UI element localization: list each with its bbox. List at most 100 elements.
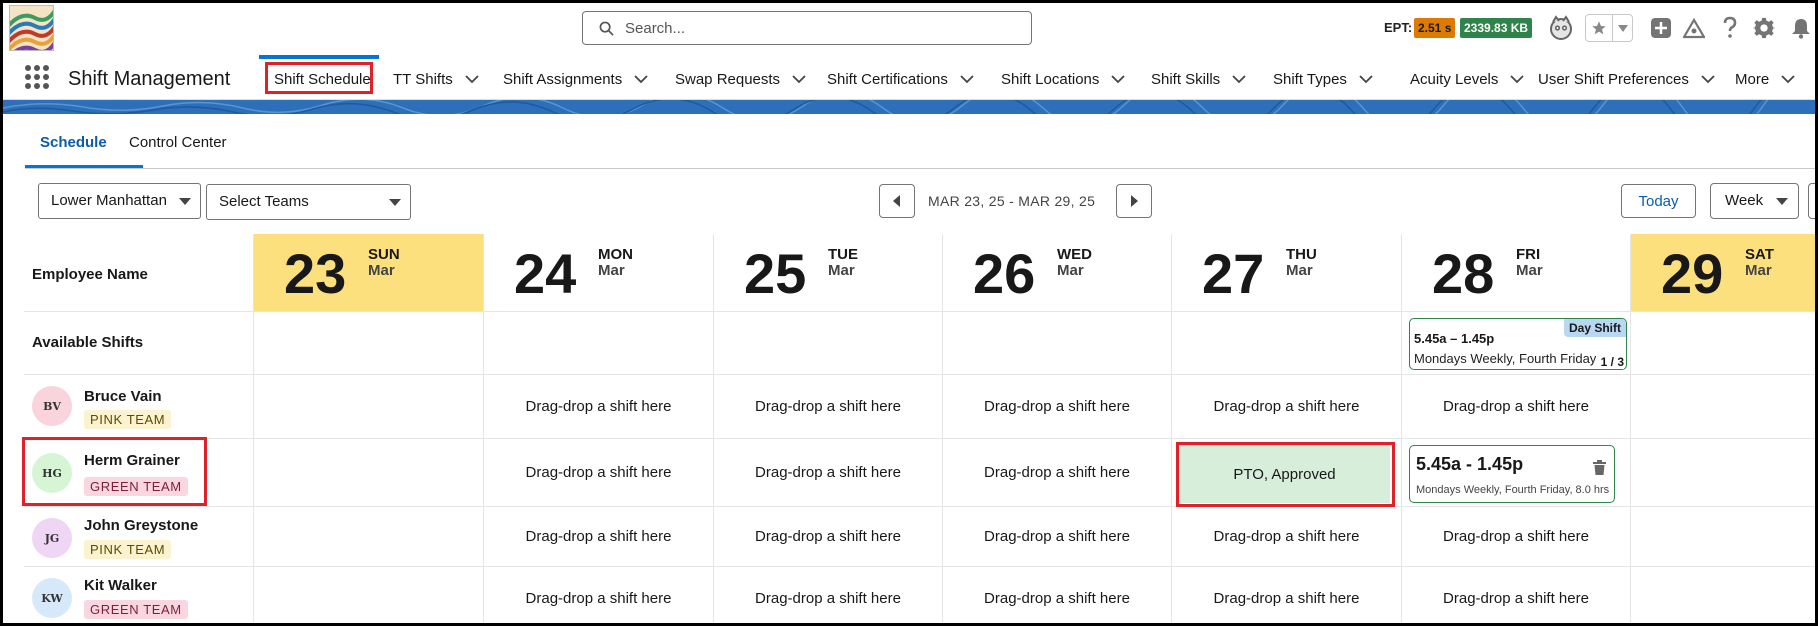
day-header-mon[interactable]: 24 MON Mar <box>484 234 714 312</box>
chevron-down-icon <box>389 199 401 206</box>
shift-cell-sat[interactable] <box>1631 507 1818 566</box>
day-number: 29 <box>1661 242 1724 305</box>
chevron-down-icon[interactable] <box>1701 74 1715 84</box>
available-cell-wed[interactable] <box>943 312 1172 374</box>
app-launcher-icon[interactable] <box>24 64 50 90</box>
view-select-value: Week <box>1725 192 1764 209</box>
available-cell-mon[interactable] <box>484 312 714 374</box>
drop-zone[interactable]: Drag-drop a shift here <box>484 567 714 626</box>
nav-swap-requests[interactable]: Swap Requests <box>675 58 806 100</box>
drop-zone[interactable]: Drag-drop a shift here <box>1402 375 1631 438</box>
day-header-sun[interactable]: 23 SUN Mar <box>254 234 484 312</box>
drop-zone[interactable]: Drag-drop a shift here <box>1402 507 1631 566</box>
drop-zone[interactable]: Drag-drop a shift here <box>1402 567 1631 626</box>
astro-avatar-icon[interactable] <box>1547 14 1575 42</box>
chevron-down-icon[interactable] <box>1232 74 1246 84</box>
nav-shift-locations[interactable]: Shift Locations <box>1001 58 1126 100</box>
drop-zone[interactable]: Drag-drop a shift here <box>714 375 943 438</box>
view-select[interactable]: Week <box>1710 183 1799 219</box>
star-icon[interactable] <box>1586 15 1614 41</box>
tab-control-center[interactable]: Control Center <box>129 134 227 151</box>
favorites-group[interactable] <box>1585 14 1633 42</box>
drop-zone[interactable]: Drag-drop a shift here <box>484 507 714 566</box>
search-input[interactable] <box>625 18 1015 38</box>
location-select[interactable]: Lower Manhattan <box>38 183 201 219</box>
next-week-button[interactable] <box>1116 184 1152 218</box>
day-of-week: SAT <box>1745 246 1774 263</box>
global-header: EPT: 2.51 s 2339.83 KB <box>0 0 1818 58</box>
available-cell-sat[interactable] <box>1631 312 1818 374</box>
drop-zone[interactable]: Drag-drop a shift here <box>714 507 943 566</box>
day-header-tue[interactable]: 25 TUE Mar <box>714 234 943 312</box>
nav-shift-types[interactable]: Shift Types <box>1273 58 1373 100</box>
day-number: 23 <box>284 242 347 305</box>
chevron-down-icon[interactable] <box>1111 74 1126 84</box>
drop-zone[interactable]: Drag-drop a shift here <box>1172 507 1402 566</box>
day-of-week: MON <box>598 246 633 263</box>
day-of-week: WED <box>1057 246 1092 263</box>
nav-shift-assignments[interactable]: Shift Assignments <box>503 58 648 100</box>
shift-cell-sun[interactable] <box>254 375 484 438</box>
nav-tt-shifts[interactable]: TT Shifts <box>393 58 479 100</box>
nav-shift-certifications[interactable]: Shift Certifications <box>827 58 974 100</box>
drop-zone[interactable]: Drag-drop a shift here <box>1172 375 1402 438</box>
chevron-down-icon[interactable] <box>792 74 806 84</box>
trash-icon[interactable] <box>1593 460 1606 480</box>
nav-shift-skills[interactable]: Shift Skills <box>1151 58 1246 100</box>
shift-cell-sat[interactable] <box>1631 439 1818 506</box>
drop-zone[interactable]: Drag-drop a shift here <box>1172 567 1402 626</box>
day-header-thu[interactable]: 27 THU Mar <box>1172 234 1402 312</box>
available-cell-sun[interactable] <box>254 312 484 374</box>
shift-cell-sat[interactable] <box>1631 567 1818 626</box>
nav-label: More <box>1735 70 1770 88</box>
previous-week-button[interactable] <box>879 184 915 218</box>
trailhead-icon[interactable] <box>1680 14 1708 42</box>
chevron-down-icon[interactable] <box>1613 15 1632 41</box>
drop-zone[interactable]: Drag-drop a shift here <box>714 439 943 506</box>
chevron-down-icon[interactable] <box>1359 74 1373 84</box>
day-header-fri[interactable]: 28 FRI Mar <box>1402 234 1631 312</box>
chevron-down-icon[interactable] <box>465 74 479 84</box>
drop-zone[interactable]: Drag-drop a shift here <box>943 507 1172 566</box>
assigned-shift-card[interactable]: 5.45a - 1.45p Mondays Weekly, Fourth Fri… <box>1409 445 1615 503</box>
drop-zone[interactable]: Drag-drop a shift here <box>943 439 1172 506</box>
help-icon[interactable] <box>1716 14 1744 42</box>
available-shift-card[interactable]: 5.45a – 1.45p Mondays Weekly, Fourth Fri… <box>1409 318 1627 370</box>
teams-select[interactable]: Select Teams <box>206 184 411 220</box>
overflow-button[interactable] <box>1808 183 1818 219</box>
available-cell-tue[interactable] <box>714 312 943 374</box>
drop-zone[interactable]: Drag-drop a shift here <box>943 375 1172 438</box>
nav-more[interactable]: More <box>1735 58 1795 100</box>
chevron-down-icon[interactable] <box>1781 74 1795 84</box>
ept-size-badge: 2339.83 KB <box>1460 18 1533 38</box>
chevron-down-icon[interactable] <box>960 74 974 84</box>
available-cell-thu[interactable] <box>1172 312 1402 374</box>
drop-zone[interactable]: Drag-drop a shift here <box>943 567 1172 626</box>
org-logo[interactable] <box>9 5 54 51</box>
chevron-down-icon[interactable] <box>634 74 648 84</box>
nav-label: Shift Skills <box>1151 70 1221 88</box>
today-button[interactable]: Today <box>1621 184 1696 218</box>
shift-cell-sat[interactable] <box>1631 375 1818 438</box>
nav-acuity-levels[interactable]: Acuity Levels <box>1410 58 1525 100</box>
day-header-sat[interactable]: 29 SAT Mar <box>1631 234 1818 312</box>
shift-cell-sun[interactable] <box>254 507 484 566</box>
drop-zone[interactable]: Drag-drop a shift here <box>484 375 714 438</box>
tab-schedule[interactable]: Schedule <box>40 134 107 151</box>
teams-select-value: Select Teams <box>219 193 309 210</box>
employee-row: BV Bruce Vain PINK TEAM Drag-drop a shif… <box>24 375 1818 439</box>
location-select-value: Lower Manhattan <box>51 192 167 209</box>
chevron-down-icon[interactable] <box>1510 74 1525 84</box>
drop-zone[interactable]: Drag-drop a shift here <box>714 567 943 626</box>
day-header-wed[interactable]: 26 WED Mar <box>943 234 1172 312</box>
shift-cell-sun[interactable] <box>254 439 484 506</box>
nav-label: Shift Certifications <box>827 70 948 88</box>
add-icon[interactable] <box>1647 14 1675 42</box>
notification-bell-icon[interactable] <box>1787 14 1815 42</box>
global-search[interactable] <box>582 11 1032 45</box>
highlight-box-employee <box>22 437 207 506</box>
nav-user-shift-preferences[interactable]: User Shift Preferences <box>1538 58 1715 100</box>
shift-cell-sun[interactable] <box>254 567 484 626</box>
gear-icon[interactable] <box>1750 14 1778 42</box>
drop-zone[interactable]: Drag-drop a shift here <box>484 439 714 506</box>
